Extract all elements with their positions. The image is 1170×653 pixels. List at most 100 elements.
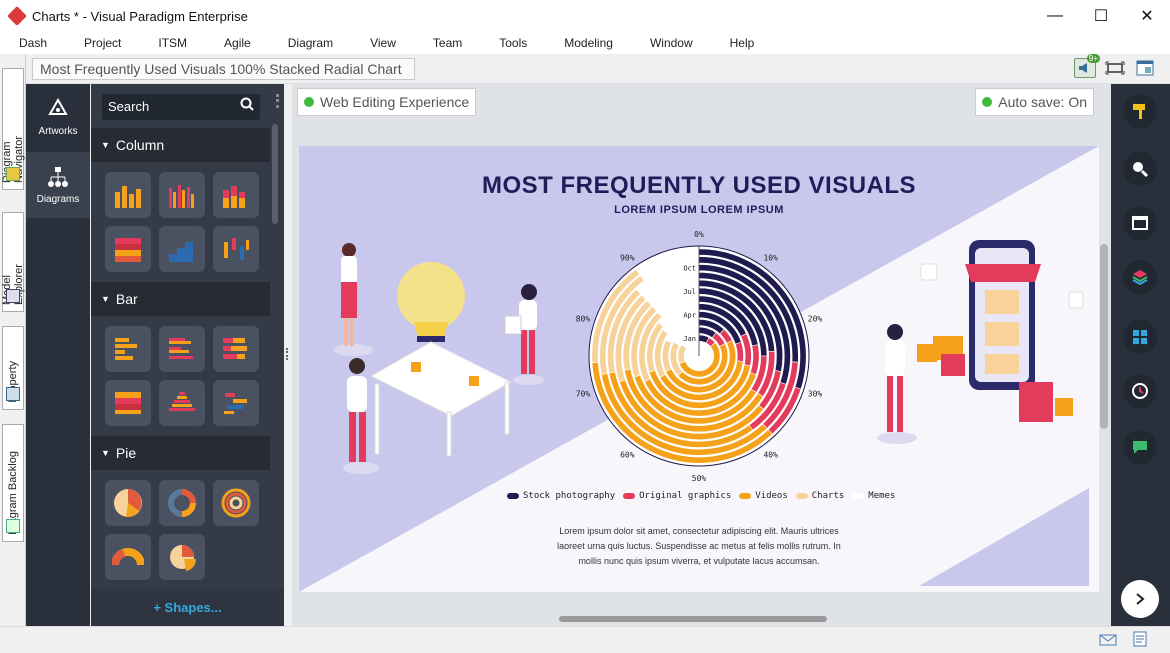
more-shapes-link[interactable]: + Shapes... bbox=[91, 589, 284, 626]
app-logo-icon bbox=[7, 6, 27, 26]
shape-pie-semi[interactable] bbox=[105, 534, 151, 580]
diagrams-button[interactable]: Diagrams bbox=[26, 152, 90, 218]
autosave-badge[interactable]: Auto save: On bbox=[975, 88, 1094, 116]
web-editing-label: Web Editing Experience bbox=[320, 94, 470, 110]
close-button[interactable]: ✕ bbox=[1124, 0, 1170, 32]
zoom-icon[interactable] bbox=[1123, 152, 1157, 186]
grid-icon[interactable] bbox=[1123, 320, 1157, 354]
shape-bar-pyramid[interactable] bbox=[159, 380, 205, 426]
chart-tick-label: 60% bbox=[620, 451, 635, 460]
shape-column-basic[interactable] bbox=[105, 172, 151, 218]
chevron-down-icon: ▼ bbox=[101, 448, 110, 458]
section-bar-label: Bar bbox=[115, 291, 138, 307]
tab-diagram-navigator[interactable]: Diagram Navigator bbox=[1, 68, 25, 190]
right-illustration bbox=[877, 240, 1084, 444]
window-title: Charts * - Visual Paradigm Enterprise bbox=[32, 8, 248, 24]
layers-icon[interactable] bbox=[1123, 260, 1157, 294]
shape-pie-donut[interactable] bbox=[159, 480, 205, 526]
menu-dash[interactable]: Dash bbox=[0, 36, 65, 50]
layout-icon[interactable] bbox=[1134, 58, 1156, 78]
tab-property[interactable]: Property bbox=[2, 326, 24, 410]
shape-bar-stacked[interactable] bbox=[213, 326, 259, 372]
menu-help[interactable]: Help bbox=[711, 36, 773, 50]
legend-item: Memes bbox=[852, 491, 895, 501]
legend-swatch bbox=[739, 493, 752, 499]
chart-category-label: Apr bbox=[683, 312, 696, 320]
chart-category-label: Jul bbox=[683, 288, 696, 296]
radial-stacked-chart[interactable]: Jan Apr Jul Oct 0% 10% 20% 30% 40% 50% 60% 70% 80% 90… bbox=[569, 226, 829, 486]
tab-model-explorer[interactable]: Model Explorer bbox=[1, 212, 25, 312]
shape-bar-grouped[interactable] bbox=[159, 326, 205, 372]
shape-column-heatmap[interactable] bbox=[105, 226, 151, 272]
chart-category-label: Jan bbox=[683, 335, 696, 343]
status-dot-icon bbox=[304, 97, 314, 107]
legend-item: Charts bbox=[795, 491, 845, 501]
document-icon[interactable] bbox=[1133, 631, 1147, 650]
breadcrumb[interactable]: Most Frequently Used Visuals 100% Stacke… bbox=[32, 58, 415, 80]
poster-title: MOST FREQUENTLY USED VISUALS bbox=[481, 172, 917, 199]
legend-swatch bbox=[795, 493, 808, 499]
shape-bar-basic[interactable] bbox=[105, 326, 151, 372]
search-icon[interactable] bbox=[240, 97, 254, 114]
legend-label: Charts bbox=[811, 491, 845, 501]
menu-tools[interactable]: Tools bbox=[480, 36, 545, 50]
minimize-button[interactable]: — bbox=[1032, 0, 1078, 32]
menu-window[interactable]: Window bbox=[631, 36, 711, 50]
shape-column-stacked[interactable] bbox=[213, 172, 259, 218]
menu-view[interactable]: View bbox=[351, 36, 414, 50]
diagram-canvas[interactable]: Web Editing Experience Auto save: On MOS… bbox=[292, 84, 1111, 626]
comment-icon[interactable] bbox=[1123, 430, 1157, 464]
infographic-poster[interactable]: MOST FREQUENTLY USED VISUALS LOREM IPSUM… bbox=[299, 146, 1099, 592]
menu-project[interactable]: Project bbox=[65, 36, 139, 50]
shape-pie-exploded[interactable] bbox=[159, 534, 205, 580]
format-painter-icon[interactable] bbox=[1123, 94, 1157, 128]
panel-grip[interactable] bbox=[276, 94, 279, 108]
menu-team[interactable]: Team bbox=[414, 36, 480, 50]
left-side-tabs: Diagram Navigator Model Explorer Propert… bbox=[0, 54, 26, 626]
shape-pie-rings[interactable] bbox=[213, 480, 259, 526]
legend-item: Stock photography bbox=[507, 491, 615, 501]
window-icon[interactable] bbox=[1123, 206, 1157, 240]
shape-column-step[interactable] bbox=[159, 226, 205, 272]
menu-itsm[interactable]: ITSM bbox=[139, 36, 205, 50]
chevron-down-icon: ▼ bbox=[101, 294, 110, 304]
shape-bar-heatmap[interactable] bbox=[105, 380, 151, 426]
right-toolbar bbox=[1111, 84, 1170, 626]
navigation-strip: Artworks Diagrams bbox=[26, 84, 90, 626]
notification-icon[interactable]: 9+ bbox=[1074, 54, 1100, 78]
notification-badge: 9+ bbox=[1086, 54, 1100, 63]
vertical-scrollbar[interactable] bbox=[1100, 244, 1108, 429]
panel-splitter[interactable] bbox=[284, 84, 292, 626]
property-icon bbox=[6, 387, 20, 401]
next-arrow-button[interactable] bbox=[1121, 580, 1159, 618]
section-bar[interactable]: ▼ Bar bbox=[91, 282, 270, 316]
chevron-down-icon: ▼ bbox=[101, 140, 110, 150]
tab-diagram-backlog[interactable]: Diagram Backlog bbox=[2, 424, 24, 542]
maximize-button[interactable]: ☐ bbox=[1078, 0, 1124, 32]
menu-agile[interactable]: Agile bbox=[205, 36, 269, 50]
artworks-button[interactable]: Artworks bbox=[26, 84, 90, 150]
web-editing-badge[interactable]: Web Editing Experience bbox=[297, 88, 477, 116]
section-pie[interactable]: ▼ Pie bbox=[91, 436, 270, 470]
panel-scrollbar[interactable] bbox=[272, 124, 278, 224]
section-column[interactable]: ▼ Column bbox=[91, 128, 270, 162]
search-input[interactable]: Search bbox=[102, 94, 260, 120]
shape-panel: Search ▼ Column ▼ Bar ▼ Pie + Shapes... bbox=[91, 84, 284, 626]
shape-column-grouped[interactable] bbox=[159, 172, 205, 218]
poster-subtitle: LOREM IPSUM LOREM IPSUM bbox=[614, 204, 784, 216]
search-placeholder: Search bbox=[108, 99, 150, 114]
menu-diagram[interactable]: Diagram bbox=[269, 36, 351, 50]
legend-label: Stock photography bbox=[523, 491, 616, 501]
chart-tick-label: 30% bbox=[808, 390, 823, 399]
history-icon[interactable] bbox=[1123, 374, 1157, 408]
mail-icon[interactable] bbox=[1099, 633, 1117, 649]
legend-swatch bbox=[623, 493, 636, 499]
shape-column-range[interactable] bbox=[213, 226, 259, 272]
chart-tick-label: 90% bbox=[620, 253, 635, 262]
chart-category-label: Oct bbox=[683, 265, 696, 273]
shape-bar-range[interactable] bbox=[213, 380, 259, 426]
fit-diagram-icon[interactable] bbox=[1104, 58, 1126, 78]
menu-modeling[interactable]: Modeling bbox=[545, 36, 631, 50]
horizontal-scrollbar[interactable] bbox=[559, 616, 827, 622]
shape-pie-basic[interactable] bbox=[105, 480, 151, 526]
